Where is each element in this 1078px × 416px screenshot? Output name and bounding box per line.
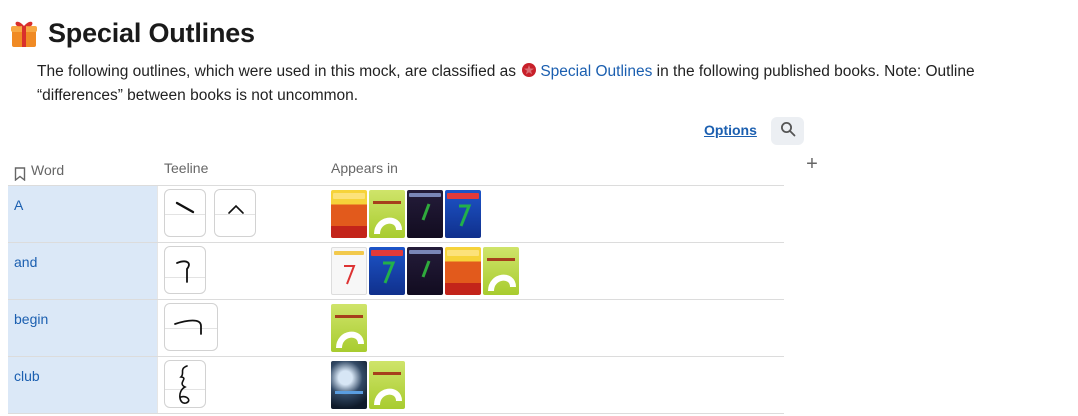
intro-text-before: The following outlines, which were used … [37,63,517,80]
word-cell: A [8,186,158,242]
search-icon [780,121,796,142]
appears-in-cell [325,357,784,413]
book-cover[interactable] [483,247,519,295]
table-row: club [8,357,784,414]
book-cover[interactable] [331,190,367,238]
special-outlines-link[interactable]: Special Outlines [540,63,652,80]
table-row: begin [8,300,784,357]
outlines-table: Word Teeline Appears in A and begin club [8,155,784,414]
outline-card[interactable] [164,303,218,351]
appears-in-cell [325,300,784,356]
word-cell: and [8,243,158,299]
book-cover[interactable] [407,247,443,295]
book-cover[interactable] [331,247,367,295]
column-header-word-label: Word [31,162,65,178]
teeline-cell [158,186,325,242]
outline-card[interactable] [164,246,206,294]
star-icon [521,62,537,78]
options-button[interactable]: Options [704,122,757,138]
book-cover[interactable] [407,190,443,238]
column-header-appears-in[interactable]: Appears in [325,155,784,185]
table-row: A [8,186,784,243]
table-row: and [8,243,784,300]
column-header-teeline[interactable]: Teeline [158,155,325,185]
book-cover[interactable] [331,304,367,352]
outline-card[interactable] [164,360,206,408]
teeline-cell [158,357,325,413]
bookmark-icon [14,163,26,182]
table-header: Word Teeline Appears in [8,155,784,186]
outline-card[interactable] [214,189,256,237]
teeline-cell [158,300,325,356]
word-link[interactable]: club [14,368,40,384]
intro-paragraph: The following outlines, which were used … [37,60,1057,108]
page-title: Special Outlines [48,17,255,48]
teeline-cell [158,243,325,299]
page-header: Special Outlines [10,14,255,52]
word-cell: begin [8,300,158,356]
book-cover[interactable] [445,190,481,238]
word-link[interactable]: begin [14,311,48,327]
word-cell: club [8,357,158,413]
search-button[interactable] [771,117,804,145]
column-header-word[interactable]: Word [8,155,158,185]
add-column-button[interactable]: + [804,154,820,174]
book-cover[interactable] [331,361,367,409]
appears-in-cell [325,186,784,242]
word-link[interactable]: and [14,254,37,270]
book-cover[interactable] [369,247,405,295]
word-link[interactable]: A [14,197,23,213]
gift-icon [10,18,38,48]
appears-in-cell [325,243,784,299]
book-cover[interactable] [369,190,405,238]
outline-card[interactable] [164,189,206,237]
book-cover[interactable] [369,361,405,409]
book-cover[interactable] [445,247,481,295]
